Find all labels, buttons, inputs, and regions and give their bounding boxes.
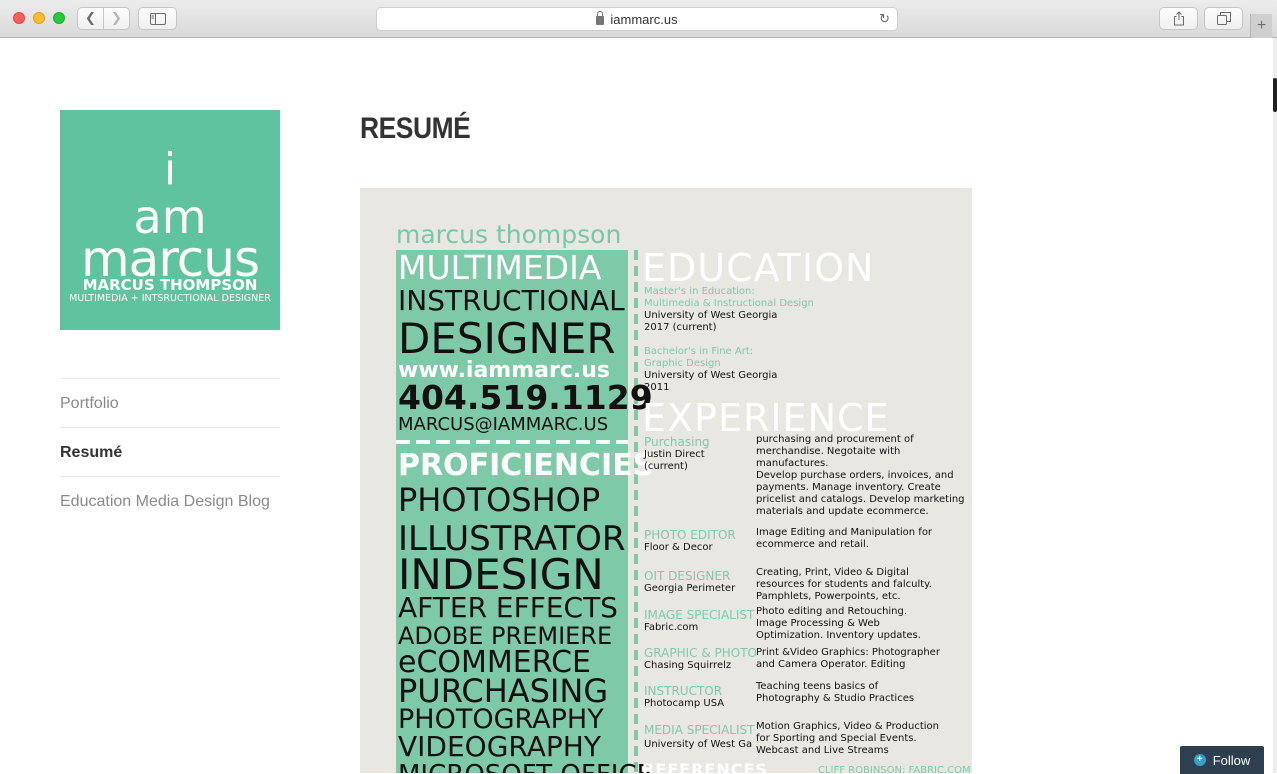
references-heading: REFERENCES [642,760,768,773]
job-company: Georgia Perimeter [644,583,736,594]
chevron-left-icon: ❮ [85,11,96,26]
zoom-window-button[interactable] [53,12,65,24]
share-button[interactable] [1159,7,1198,30]
job-company: Chasing Squirrelz [644,660,732,671]
education-school: University of West Georgia [644,310,778,321]
job-title: IMAGE SPECIALIST [644,608,755,622]
sidebar-icon [149,12,166,25]
job-description: Photo editing and Retouching. Image Proc… [756,606,921,641]
resume-name: marcus thompson [396,220,622,249]
address-bar[interactable]: iammarc.us ↻ [376,7,898,31]
job-description: purchasing and procurement of merchandis… [756,434,965,517]
reload-icon[interactable]: ↻ [879,11,890,27]
scrollbar-thumb[interactable] [1273,78,1277,112]
job-description: Print &Video Graphics: Photographer and … [756,647,940,670]
browser-toolbar: ❮ ❯ iammarc.us ↻ + [0,0,1277,38]
reference-item: CLIFF ROBINSON: FABRIC.COM [818,765,971,773]
resume-image: marcus thompson MULTIMEDIA INSTRUCTIONAL… [360,188,972,773]
education-year: 2011 [644,382,670,393]
resume-email: MARCUS@IAMMARC.US [398,414,609,435]
job-company: Floor & Decor [644,542,713,553]
job-description: Image Editing and Manipulation for ecomm… [756,527,933,550]
job-title: GRAPHIC & PHOTO [644,646,758,660]
url-text: iammarc.us [610,11,678,27]
education-degree: Graphic Design [644,358,721,369]
resume-phone: 404.519.1129 [398,378,653,417]
follow-plus-icon: + [1193,754,1206,766]
job-description: Creating, Print, Video & Digital resourc… [756,567,932,602]
follow-button[interactable]: + Follow [1180,746,1264,774]
job-title: PHOTO EDITOR [644,528,736,542]
share-icon [1173,11,1184,26]
tabs-icon [1216,12,1231,25]
page-title: RESUMÉ [360,112,471,145]
job-title: MEDIA SPECIALIST [644,723,755,737]
job-company-note: (current) [644,461,688,472]
site-navigation: Portfolio Resumé Education Media Design … [60,378,280,525]
education-degree: Bachelor's in Fine Art: [644,346,754,357]
sidebar-toggle-button[interactable] [138,7,177,30]
resume-proficiencies: PROFICIENCIES [398,448,655,483]
education-degree: Master's in Education: [644,286,755,297]
site-logo[interactable]: i am marcus MARCUS THOMPSON MULTIMEDIA +… [60,110,280,330]
logo-line-i: i [163,144,177,195]
nav-item-blog[interactable]: Education Media Design Blog [60,476,280,525]
plus-icon: + [1256,17,1267,34]
education-year: 2017 (current) [644,322,717,333]
nav-item-portfolio[interactable]: Portfolio [60,378,280,427]
scrollbar-track[interactable] [1273,38,1277,773]
resume-multimedia: MULTIMEDIA [398,248,602,287]
skill-item: PHOTOSHOP [398,481,601,519]
resume-designer: DESIGNER [398,314,616,363]
job-company: Justin Direct [644,449,705,460]
skill-item: AFTER EFFECTS [398,591,618,624]
job-title: Purchasing [644,435,710,449]
follow-label: Follow [1212,752,1251,768]
job-company: Photocamp USA [644,698,725,709]
job-company: Fabric.com [644,622,699,633]
job-company: University of West Ga [644,739,753,750]
logo-name: MARCUS THOMPSON [82,276,258,294]
education-heading: EDUCATION [642,246,875,290]
job-title: OIT DESIGNER [644,569,731,583]
forward-button[interactable]: ❯ [103,7,130,30]
education-school: University of West Georgia [644,370,778,381]
job-description: Motion Graphics, Video & Production for … [756,721,939,756]
skill-item: VIDEOGRAPHY [398,730,601,763]
resume-horizontal-divider [396,440,628,444]
back-button[interactable]: ❮ [77,7,104,30]
skill-item: MICROSOFT OFFICE [398,760,653,773]
chevron-right-icon: ❯ [111,11,122,26]
resume-divider [634,250,638,773]
logo-subtitle: MULTIMEDIA + INTSRUCTIONAL DESIGNER [69,293,271,304]
nav-item-resume[interactable]: Resumé [60,427,280,476]
lock-icon [596,10,605,25]
resume-instructional: INSTRUCTIONAL [398,284,625,317]
show-tabs-button[interactable] [1204,7,1243,30]
minimize-window-button[interactable] [33,12,45,24]
job-title: INSTRUCTOR [644,684,723,698]
new-tab-button[interactable]: + [1250,14,1272,38]
job-description: Teaching teens basics of Photography & S… [756,681,915,704]
education-degree: Multimedia & Instructional Design [644,298,814,309]
close-window-button[interactable] [13,12,25,24]
